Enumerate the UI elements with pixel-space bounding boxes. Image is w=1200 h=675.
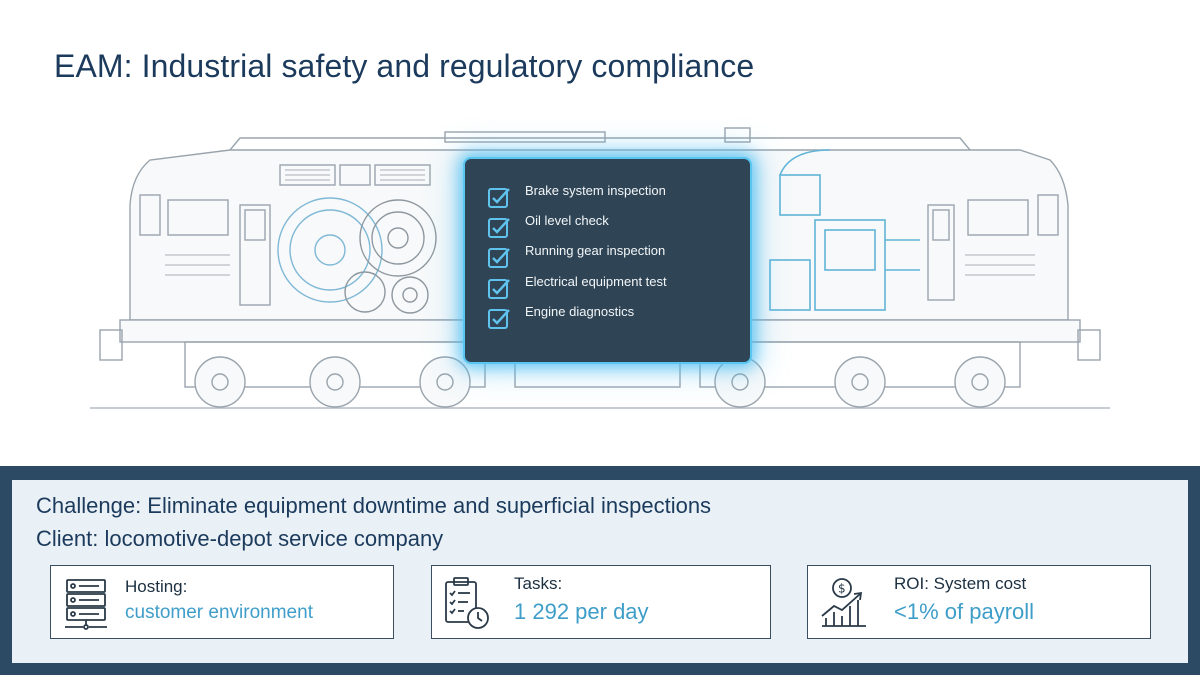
- checklist-item[interactable]: Running gear inspection: [487, 242, 742, 272]
- hosting-value: customer environment: [125, 602, 313, 623]
- checklist-item[interactable]: Brake system inspection: [487, 182, 742, 212]
- info-panel: Challenge: Eliminate equipment downtime …: [0, 466, 1200, 675]
- roi-value: <1% of payroll: [894, 599, 1035, 624]
- inspection-checklist-panel: Brake system inspection Oil level check …: [463, 157, 752, 364]
- money-growth-chart-icon: $: [821, 578, 866, 627]
- tasks-value: 1 292 per day: [514, 599, 649, 624]
- hosting-card: Hosting: customer environment: [50, 565, 394, 639]
- checkbox-checked-icon: [488, 248, 510, 268]
- roi-card: $ ROI: System cost <1% of payroll: [807, 565, 1151, 639]
- svg-text:$: $: [838, 582, 846, 596]
- checklist-item[interactable]: Electrical equipment test: [487, 273, 742, 303]
- checkbox-checked-icon: [488, 279, 510, 299]
- checkbox-checked-icon: [488, 309, 510, 329]
- checklist-item-label: Electrical equipment test: [525, 273, 667, 289]
- tasks-label: Tasks:: [514, 574, 563, 593]
- checklist-item[interactable]: Engine diagnostics: [487, 303, 742, 333]
- page-title: EAM: Industrial safety and regulatory co…: [54, 48, 755, 84]
- hosting-label: Hosting:: [125, 577, 188, 596]
- checkbox-checked-icon: [488, 218, 510, 238]
- checklist-clock-icon: [445, 577, 489, 629]
- checklist-item-label: Running gear inspection: [525, 242, 666, 258]
- checkbox-checked-icon: [488, 188, 510, 208]
- checklist-item-label: Engine diagnostics: [525, 303, 635, 319]
- checklist-item-label: Oil level check: [525, 212, 609, 228]
- tasks-card: Tasks: 1 292 per day: [431, 565, 771, 639]
- challenge-text: Challenge: Eliminate equipment downtime …: [36, 493, 712, 518]
- roi-label: ROI: System cost: [894, 574, 1027, 593]
- info-panel-inner: Challenge: Eliminate equipment downtime …: [12, 480, 1188, 663]
- client-text: Client: locomotive-depot service company: [36, 526, 444, 551]
- checklist-item-label: Brake system inspection: [525, 182, 666, 198]
- checklist-item[interactable]: Oil level check: [487, 212, 742, 242]
- server-icon: [65, 579, 107, 630]
